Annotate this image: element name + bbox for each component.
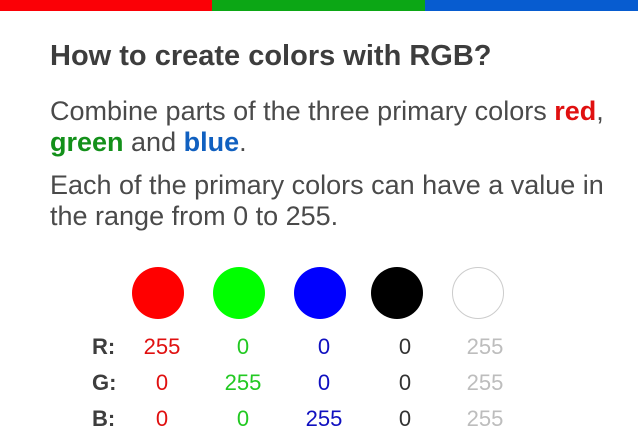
color-bar-red [0, 0, 212, 11]
word-blue: blue [183, 127, 240, 157]
color-bar-blue [425, 0, 638, 11]
row-label-g: G: [92, 370, 117, 395]
swatch-red [132, 267, 184, 319]
page-title: How to create colors with RGB? [50, 40, 492, 72]
color-bar [0, 0, 638, 11]
value-white-g: 255 [466, 370, 504, 395]
intro-separator: , [596, 96, 604, 126]
value-green-r: 0 [236, 334, 250, 359]
value-white-r: 255 [466, 334, 504, 359]
value-blue-r: 0 [317, 334, 331, 359]
value-red-r: 255 [143, 334, 181, 359]
word-red: red [554, 96, 597, 126]
value-red-b: 0 [155, 406, 169, 431]
intro-period: . [239, 127, 247, 157]
value-blue-b: 255 [305, 406, 343, 431]
value-blue-g: 0 [317, 370, 331, 395]
swatch-white [452, 267, 504, 319]
row-label-b: B: [92, 406, 116, 431]
word-green: green [50, 127, 124, 157]
intro-paragraph: Combine parts of the three primary color… [50, 96, 610, 158]
swatch-green [213, 267, 265, 319]
value-black-r: 0 [398, 334, 412, 359]
color-bar-green [212, 0, 425, 11]
value-black-g: 0 [398, 370, 412, 395]
swatch-blue [294, 267, 346, 319]
value-white-b: 255 [466, 406, 504, 431]
value-black-b: 0 [398, 406, 412, 431]
intro-text: Combine parts of the three primary color… [50, 96, 555, 126]
value-green-b: 0 [236, 406, 250, 431]
value-green-g: 255 [224, 370, 262, 395]
row-label-r: R: [92, 334, 116, 359]
swatch-black [371, 267, 423, 319]
range-paragraph: Each of the primary colors can have a va… [50, 170, 604, 231]
intro-and: and [123, 127, 184, 157]
value-red-g: 0 [155, 370, 169, 395]
